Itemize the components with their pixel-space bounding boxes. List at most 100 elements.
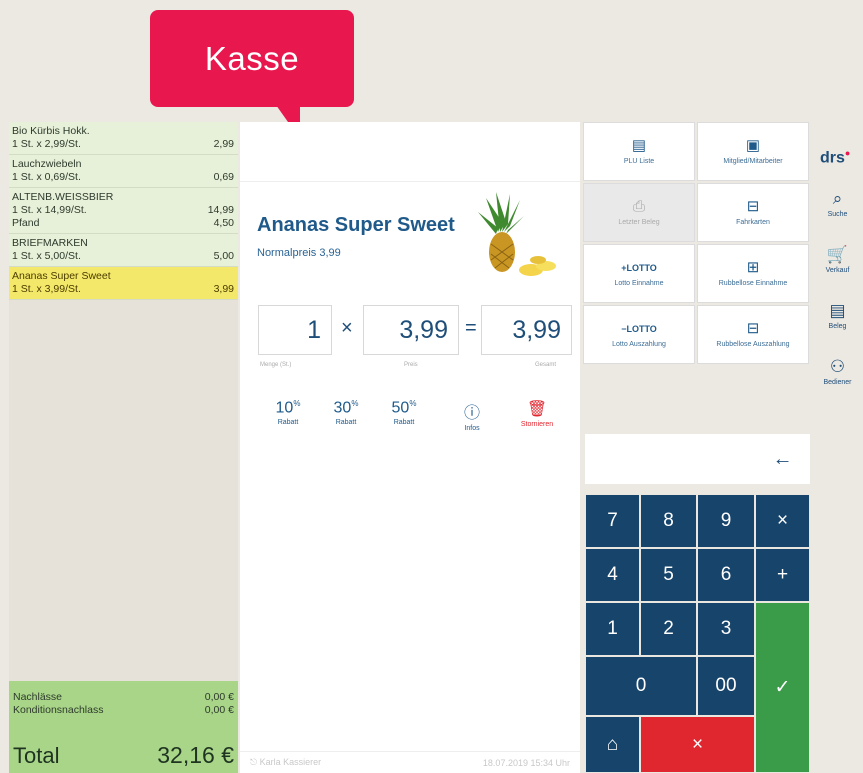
- receipt-item[interactable]: Bio Kürbis Hokk. 1 St. x 2,99/St. 2,99: [9, 122, 238, 155]
- last-receipt-label: Letzter Beleg: [618, 219, 660, 226]
- lotto-plus-icon: +LOTTO: [621, 263, 657, 273]
- receipt-item[interactable]: BRIEFMARKEN 1 St. x 5,00/St. 5,00: [9, 234, 238, 267]
- receipt-item-amount: 0,69: [213, 171, 234, 183]
- key-4[interactable]: 4: [585, 548, 640, 602]
- receipt-total: Total 32,16 €: [9, 733, 238, 773]
- tickets-label: Fahrkarten: [736, 219, 770, 226]
- info-button[interactable]: ⓘ Infos: [452, 399, 492, 432]
- member-button[interactable]: ▣ Mitglied/Mitarbeiter: [697, 122, 809, 181]
- printer-icon: ⎙: [632, 198, 645, 215]
- receipt-item[interactable]: ALTENB.WEISSBIER 1 St. x 14,99/St. 14,99 …: [9, 188, 238, 234]
- right-nav: drs● ⌕ Suche 🛒 Verkauf ▤ Beleg ⚇ Bediene…: [812, 122, 863, 773]
- callout-label: Kasse: [204, 39, 300, 77]
- backspace-button[interactable]: ←: [755, 434, 810, 484]
- drs-logo: drs●: [820, 148, 850, 167]
- list-icon: ▤: [631, 137, 647, 154]
- receipt-item-detail: 1 St. x 14,99/St.: [12, 204, 87, 216]
- receipt-item[interactable]: Lauchzwiebeln 1 St. x 0,69/St. 0,69: [9, 155, 238, 188]
- operators-icon: ⚇: [829, 357, 846, 376]
- discount-10-value: 10: [275, 399, 294, 417]
- quantity-field[interactable]: 1: [258, 305, 332, 355]
- key-3[interactable]: 3: [697, 602, 755, 656]
- multiply-key[interactable]: ×: [755, 494, 810, 548]
- key-7[interactable]: 7: [585, 494, 640, 548]
- scratchcard-income-button[interactable]: ⊞ Rubbellose Einnahme: [697, 244, 809, 303]
- key-0[interactable]: 0: [585, 656, 697, 716]
- key-2[interactable]: 2: [640, 602, 697, 656]
- nav-receipt-label: Beleg: [828, 323, 847, 330]
- receipt-list: Bio Kürbis Hokk. 1 St. x 2,99/St. 2,99 La…: [9, 122, 238, 773]
- line-total-value: 3,99: [512, 315, 561, 344]
- key-8[interactable]: 8: [640, 494, 697, 548]
- logout-icon[interactable]: ⎋: [250, 757, 257, 767]
- id-card-icon: ▣: [745, 137, 761, 154]
- cancel-item-label: Stornieren: [520, 421, 554, 428]
- nav-sale-label: Verkauf: [825, 267, 850, 274]
- discount-label: Nachlässe: [13, 691, 63, 703]
- function-grid: ▤ PLU Liste ▣ Mitglied/Mitarbeiter ⎙ Let…: [583, 122, 810, 364]
- plus-key[interactable]: +: [755, 548, 810, 602]
- quantity-caption: Menge (St.): [260, 362, 292, 368]
- clear-button[interactable]: ×: [640, 716, 755, 773]
- trash-icon: 🗑: [526, 401, 548, 418]
- percent-sign: %: [409, 399, 417, 408]
- info-label: Infos: [464, 425, 480, 432]
- receipt-item-name: Lauchzwiebeln: [12, 158, 82, 170]
- receipt-discounts: Nachlässe 0,00 € Konditionsnachlass 0,00 €: [9, 681, 238, 733]
- key-00[interactable]: 00: [697, 656, 755, 716]
- product-search-strip[interactable]: [240, 122, 580, 182]
- receipt-item-name: Bio Kürbis Hokk.: [12, 125, 90, 137]
- nav-sale[interactable]: 🛒 Verkauf: [812, 246, 863, 275]
- lotto-payout-button[interactable]: −LOTTO Lotto Auszahlung: [583, 305, 695, 364]
- receipt-item-selected[interactable]: Ananas Super Sweet 1 St. x 3,99/St. 3,99: [9, 267, 238, 300]
- nav-operators[interactable]: ⚇ Bediener: [812, 357, 863, 387]
- condition-discount-label: Konditionsnachlass: [13, 704, 104, 716]
- discount-30-value: 30: [333, 399, 352, 417]
- lotto-income-label: Lotto Einnahme: [614, 280, 664, 287]
- receipt-item-amount: 2,99: [213, 138, 234, 150]
- discount-value: 0,00 €: [204, 691, 234, 703]
- key-6[interactable]: 6: [697, 548, 755, 602]
- product-regular-price: Normalpreis 3,99: [257, 247, 341, 259]
- discount-50-value: 50: [391, 399, 410, 417]
- last-receipt-button[interactable]: ⎙ Letzter Beleg: [583, 183, 695, 242]
- home-icon: ⌂: [606, 733, 619, 755]
- plu-list-button[interactable]: ▤ PLU Liste: [583, 122, 695, 181]
- pineapple-image: [478, 192, 556, 276]
- arrow-left-icon: ←: [772, 447, 793, 470]
- receipt-item-detail: 1 St. x 2,99/St.: [12, 138, 81, 150]
- confirm-button[interactable]: ✓: [755, 602, 810, 773]
- receipt-item-amount: 5,00: [213, 250, 234, 262]
- key-5[interactable]: 5: [640, 548, 697, 602]
- quantity-value: 1: [307, 315, 321, 344]
- discount-label: Rabatt: [335, 419, 357, 427]
- discount-30-button[interactable]: 30% Rabatt: [326, 399, 366, 426]
- discount-10-button[interactable]: 10% Rabatt: [268, 399, 308, 426]
- logo-text: drs: [820, 149, 845, 167]
- receipt-item-name: BRIEFMARKEN: [12, 237, 88, 249]
- nav-receipt[interactable]: ▤ Beleg: [812, 301, 863, 331]
- key-1[interactable]: 1: [585, 602, 640, 656]
- key-9[interactable]: 9: [697, 494, 755, 548]
- receipt-item-name: ALTENB.WEISSBIER: [12, 191, 114, 203]
- receipt-deposit-label: Pfand: [12, 217, 40, 229]
- price-caption: Preis: [404, 362, 418, 368]
- total-label: Total: [13, 743, 60, 768]
- datetime: 18.07.2019 15:34 Uhr: [482, 757, 570, 768]
- receipt-item-amount: 3,99: [213, 283, 234, 295]
- discount-50-button[interactable]: 50% Rabatt: [384, 399, 424, 426]
- nav-search[interactable]: ⌕ Suche: [812, 190, 863, 219]
- receipt-icon: ▤: [829, 301, 846, 320]
- keypad-display: [585, 434, 755, 484]
- tickets-button[interactable]: ⊟ Fahrkarten: [697, 183, 809, 242]
- lotto-income-button[interactable]: +LOTTO Lotto Einnahme: [583, 244, 695, 303]
- kasse-callout: Kasse: [150, 10, 354, 107]
- home-button[interactable]: ⌂: [585, 716, 640, 773]
- price-field[interactable]: 3,99: [363, 305, 459, 355]
- product-name: Ananas Super Sweet: [257, 214, 455, 236]
- receipt-item-detail: 1 St. x 0,69/St.: [12, 171, 81, 183]
- scratchcard-payout-button[interactable]: ⊟ Rubbellose Auszahlung: [697, 305, 809, 364]
- cancel-item-button[interactable]: 🗑 Stornieren: [517, 399, 557, 428]
- receipt-item-amount: 14,99: [207, 204, 234, 216]
- receipt-item-name: Ananas Super Sweet: [12, 270, 111, 282]
